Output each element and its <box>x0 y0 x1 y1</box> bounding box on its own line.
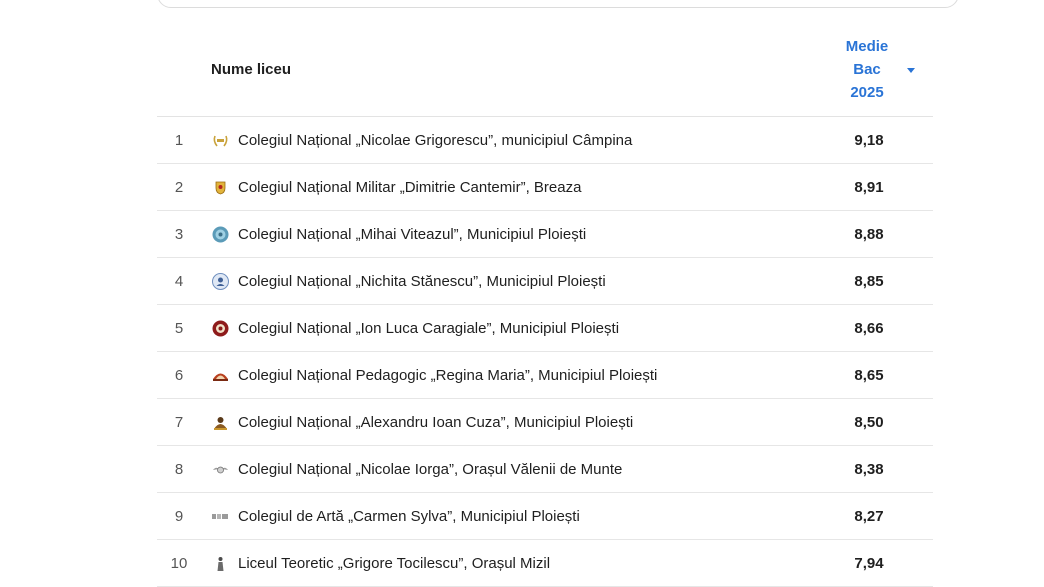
column-header-score[interactable]: Medie Bac 2025 <box>819 35 915 104</box>
column-header-name: Nume liceu <box>211 61 292 78</box>
text-logo-icon <box>212 508 229 525</box>
page: Nume liceu Medie Bac 2025 1 Colegiul Naț… <box>0 0 1044 587</box>
row-rank: 3 <box>174 225 184 243</box>
table-row[interactable]: 2 Colegiul Național Militar „Dimitrie Ca… <box>157 164 933 211</box>
round-seal-icon <box>212 226 229 243</box>
school-name-link[interactable]: Colegiul Național „Nicolae Iorga”, Orașu… <box>238 461 622 478</box>
school-name-link[interactable]: Colegiul Național „Ion Luca Caragiale”, … <box>238 320 619 337</box>
table-row[interactable]: 7 Colegiul Național „Alexandru Ioan Cuza… <box>157 399 933 446</box>
sort-descending-icon[interactable] <box>907 68 915 73</box>
row-score: 8,91 <box>854 178 884 196</box>
row-rank: 2 <box>174 178 184 196</box>
row-rank: 5 <box>174 319 184 337</box>
row-score: 7,94 <box>854 554 884 572</box>
search-bar-edge[interactable] <box>157 0 959 8</box>
score-label-line1: Medie <box>845 38 889 55</box>
row-rank: 8 <box>174 460 184 478</box>
row-rank: 1 <box>174 131 184 149</box>
row-rank: 4 <box>174 272 184 290</box>
school-name-link[interactable]: Colegiul de Artă „Carmen Sylva”, Municip… <box>238 508 580 525</box>
table-row[interactable]: 10 Liceul Teoretic „Grigore Tocilescu”, … <box>157 540 933 587</box>
figure-icon <box>212 555 229 572</box>
row-score: 8,50 <box>854 413 884 431</box>
school-name-link[interactable]: Colegiul Național „Nichita Stănescu”, Mu… <box>238 273 606 290</box>
school-name-link[interactable]: Liceul Teoretic „Grigore Tocilescu”, Ora… <box>238 555 550 572</box>
table-row[interactable]: 4 Colegiul Național „Nichita Stănescu”, … <box>157 258 933 305</box>
school-name-link[interactable]: Colegiul Național „Nicolae Grigorescu”, … <box>238 132 632 149</box>
row-score: 8,27 <box>854 507 884 525</box>
row-rank: 6 <box>174 366 184 384</box>
school-name-link[interactable]: Colegiul Național Militar „Dimitrie Cant… <box>238 179 581 196</box>
school-name-link[interactable]: Colegiul Național Pedagogic „Regina Mari… <box>238 367 657 384</box>
table-row[interactable]: 3 Colegiul Național „Mihai Viteazul”, Mu… <box>157 211 933 258</box>
row-score: 9,18 <box>854 131 884 149</box>
score-label-line2: Bac <box>853 61 881 78</box>
table-row[interactable]: 5 Colegiul Național „Ion Luca Caragiale”… <box>157 305 933 352</box>
row-score: 8,66 <box>854 319 884 337</box>
crown-arch-icon <box>212 367 229 384</box>
table-row[interactable]: 9 Colegiul de Artă „Carmen Sylva”, Munic… <box>157 493 933 540</box>
red-crest-icon <box>212 320 229 337</box>
row-score: 8,88 <box>854 225 884 243</box>
row-rank: 10 <box>170 554 188 572</box>
military-shield-icon <box>212 179 229 196</box>
school-name-link[interactable]: Colegiul Național „Alexandru Ioan Cuza”,… <box>238 414 633 431</box>
row-score: 8,85 <box>854 272 884 290</box>
laurel-crest-icon <box>212 132 229 149</box>
ranking-table: Nume liceu Medie Bac 2025 1 Colegiul Naț… <box>157 24 933 587</box>
score-label-line3: 2025 <box>850 84 884 101</box>
table-row[interactable]: 1 Colegiul Național „Nicolae Grigorescu”… <box>157 117 933 164</box>
column-header-score-label: Medie Bac 2025 <box>819 35 915 104</box>
row-rank: 7 <box>174 413 184 431</box>
school-name-link[interactable]: Colegiul Național „Mihai Viteazul”, Muni… <box>238 226 586 243</box>
bust-icon <box>212 414 229 431</box>
table-row[interactable]: 6 Colegiul Național Pedagogic „Regina Ma… <box>157 352 933 399</box>
winged-emblem-icon <box>212 461 229 478</box>
row-rank: 9 <box>174 507 184 525</box>
row-score: 8,65 <box>854 366 884 384</box>
portrait-seal-icon <box>212 272 229 290</box>
table-row[interactable]: 8 Colegiul Național „Nicolae Iorga”, Ora… <box>157 446 933 493</box>
row-score: 8,38 <box>854 460 884 478</box>
table-header: Nume liceu Medie Bac 2025 <box>157 24 933 117</box>
